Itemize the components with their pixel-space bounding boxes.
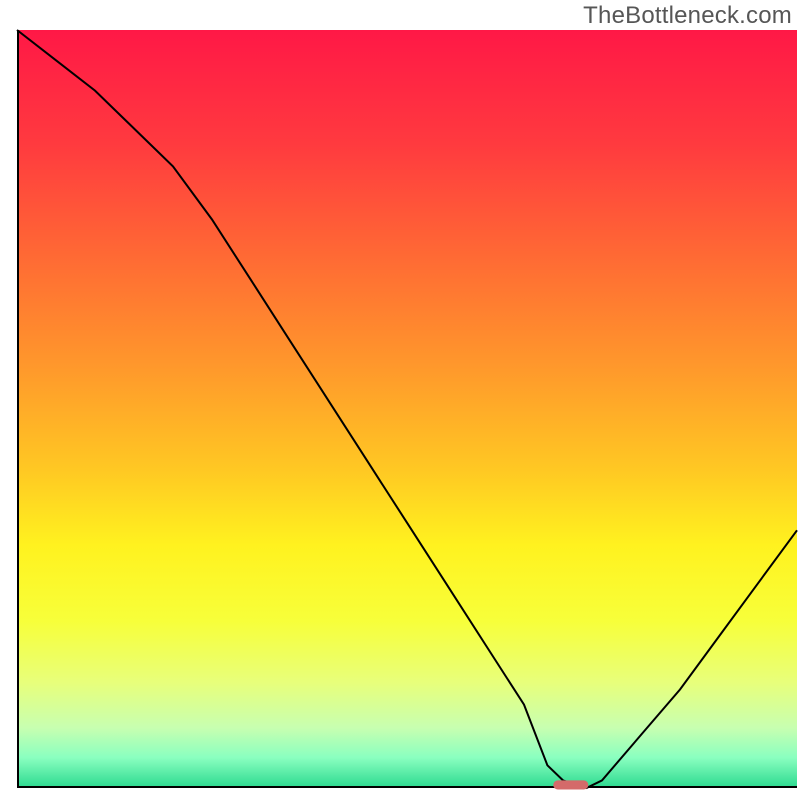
chart-left-frame: [17, 30, 19, 788]
bottleneck-chart: [0, 0, 800, 800]
chart-container: TheBottleneck.com: [0, 0, 800, 800]
chart-background: [17, 30, 797, 788]
chart-baseline: [17, 786, 797, 788]
marker-pill: [553, 780, 588, 789]
